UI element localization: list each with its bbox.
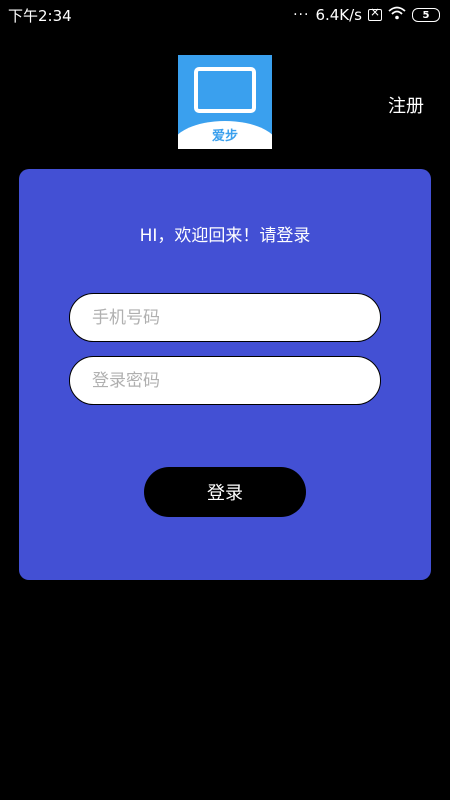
- status-bar: 下午2:34 ··· 6.4K/s 5: [0, 0, 450, 30]
- login-screen: 下午2:34 ··· 6.4K/s 5 爱步 注册: [0, 0, 450, 800]
- mute-icon: [368, 5, 382, 21]
- status-time: 下午2:34: [8, 6, 72, 25]
- network-speed: 6.4K/s: [315, 6, 362, 24]
- signal-dots-icon: ···: [293, 7, 310, 23]
- battery-icon: 5: [412, 8, 440, 22]
- wifi-icon: [388, 6, 406, 24]
- welcome-text: HI，欢迎回来！请登录: [139, 226, 311, 246]
- app-logo: 爱步: [178, 55, 272, 149]
- login-button[interactable]: 登录: [144, 467, 306, 517]
- battery-level: 5: [422, 9, 430, 21]
- password-input[interactable]: [69, 356, 381, 405]
- login-card: HI，欢迎回来！请登录 登录: [19, 169, 431, 580]
- register-link[interactable]: 注册: [388, 92, 424, 118]
- status-icons: ··· 6.4K/s 5: [293, 5, 440, 24]
- logo-text: 爱步: [211, 129, 238, 144]
- phone-input[interactable]: [69, 293, 381, 342]
